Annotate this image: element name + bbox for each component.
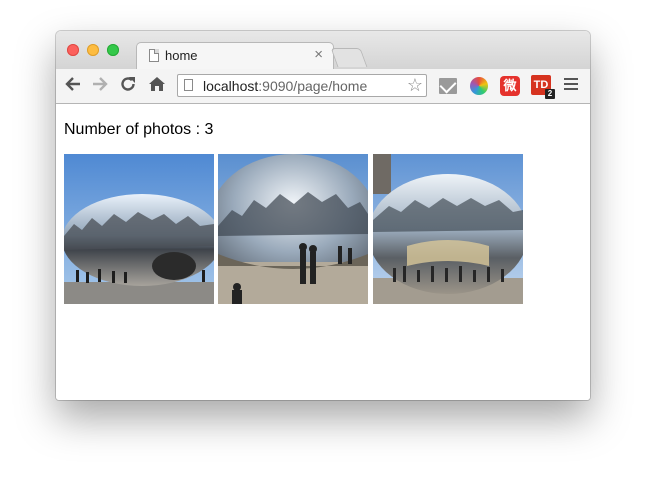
new-tab-button[interactable] xyxy=(330,48,368,67)
address-bar[interactable]: localhost:9090/page/home ☆ xyxy=(177,74,427,97)
bookmark-star-icon[interactable]: ☆ xyxy=(407,75,423,96)
td-extension-icon[interactable]: TD 2 xyxy=(531,75,555,99)
cloud-gate-photo-1[interactable] xyxy=(64,154,214,304)
page-icon xyxy=(149,49,159,62)
mail-extension-icon[interactable] xyxy=(439,78,457,94)
tab-home[interactable]: home × xyxy=(136,42,334,70)
browser-toolbar: localhost:9090/page/home ☆ 微 TD 2 xyxy=(56,69,590,104)
close-window-button[interactable] xyxy=(67,44,79,56)
tab-close-icon[interactable]: × xyxy=(314,46,323,63)
back-arrow-icon[interactable] xyxy=(63,75,83,97)
cloud-gate-photo-3[interactable] xyxy=(373,154,523,304)
url-text[interactable]: localhost:9090/page/home xyxy=(203,78,367,94)
photo-count: Number of photos : 3 xyxy=(64,121,214,138)
page-icon xyxy=(184,79,193,91)
cloud-gate-photo-2[interactable] xyxy=(218,154,368,304)
minimize-window-button[interactable] xyxy=(87,44,99,56)
title-bar: home × xyxy=(56,31,590,70)
page-content: Number of photos : 3 xyxy=(56,104,590,400)
menu-icon[interactable] xyxy=(564,78,578,92)
extension-badge: 2 xyxy=(545,89,555,99)
reload-icon[interactable] xyxy=(118,75,138,97)
color-extension-icon[interactable] xyxy=(470,77,488,95)
maximize-window-button[interactable] xyxy=(107,44,119,56)
weibo-extension-icon[interactable]: 微 xyxy=(500,76,520,96)
browser-window: home × localhost:9090/page/home ☆ 微 TD 2 xyxy=(56,31,590,400)
home-icon[interactable] xyxy=(147,75,167,97)
forward-arrow-icon[interactable] xyxy=(90,75,110,97)
tab-title: home xyxy=(165,48,198,63)
